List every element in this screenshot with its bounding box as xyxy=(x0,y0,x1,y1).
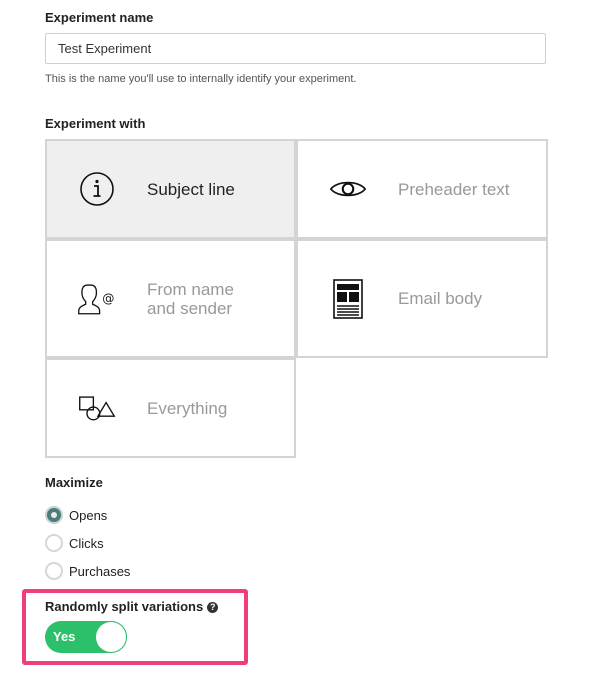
option-label-from-name: From name and sender xyxy=(147,279,234,318)
split-variations-label: Randomly split variations? xyxy=(45,599,219,614)
option-label-everything: Everything xyxy=(147,398,228,418)
radio-button-clicks[interactable] xyxy=(45,534,63,552)
experiment-name-label: Experiment name xyxy=(45,10,154,25)
experiment-name-helper: This is the name you'll use to internall… xyxy=(45,73,357,85)
option-label-subject-line: Subject line xyxy=(147,179,235,199)
radio-option-clicks[interactable]: Clicks xyxy=(45,534,104,552)
option-card-email-body[interactable]: Email body xyxy=(296,239,548,358)
option-card-from-name[interactable]: @ From name and sender xyxy=(45,239,296,358)
question-circle-icon[interactable]: ? xyxy=(207,602,219,613)
maximize-label: Maximize xyxy=(45,475,103,490)
split-variations-toggle[interactable]: Yes xyxy=(45,621,127,653)
shapes-icon xyxy=(77,388,117,428)
radio-button-purchases[interactable] xyxy=(45,562,63,580)
radio-option-purchases[interactable]: Purchases xyxy=(45,562,130,580)
toggle-knob[interactable] xyxy=(96,622,126,652)
split-variations-text: Randomly split variations xyxy=(45,599,204,614)
option-card-everything[interactable]: Everything xyxy=(45,358,296,458)
toggle-state-text: Yes xyxy=(53,629,76,644)
option-label-email-body: Email body xyxy=(398,289,483,308)
info-circle-icon xyxy=(77,169,117,209)
option-card-preheader-text[interactable]: Preheader text xyxy=(296,139,548,239)
option-card-subject-line[interactable]: Subject line xyxy=(45,139,296,239)
radio-label-opens: Opens xyxy=(69,507,108,523)
experiment-name-input[interactable] xyxy=(45,33,546,64)
newsletter-layout-icon xyxy=(328,278,368,319)
radio-option-opens[interactable]: Opens xyxy=(45,506,107,524)
option-label-preheader-text: Preheader text xyxy=(398,179,510,199)
experiment-with-label: Experiment with xyxy=(45,116,146,131)
radio-label-purchases: Purchases xyxy=(69,563,131,579)
radio-label-clicks: Clicks xyxy=(69,535,104,551)
radio-button-opens[interactable] xyxy=(45,506,63,524)
person-at-icon: @ xyxy=(77,279,117,319)
svg-text:@: @ xyxy=(102,291,114,305)
eye-icon xyxy=(328,169,368,209)
